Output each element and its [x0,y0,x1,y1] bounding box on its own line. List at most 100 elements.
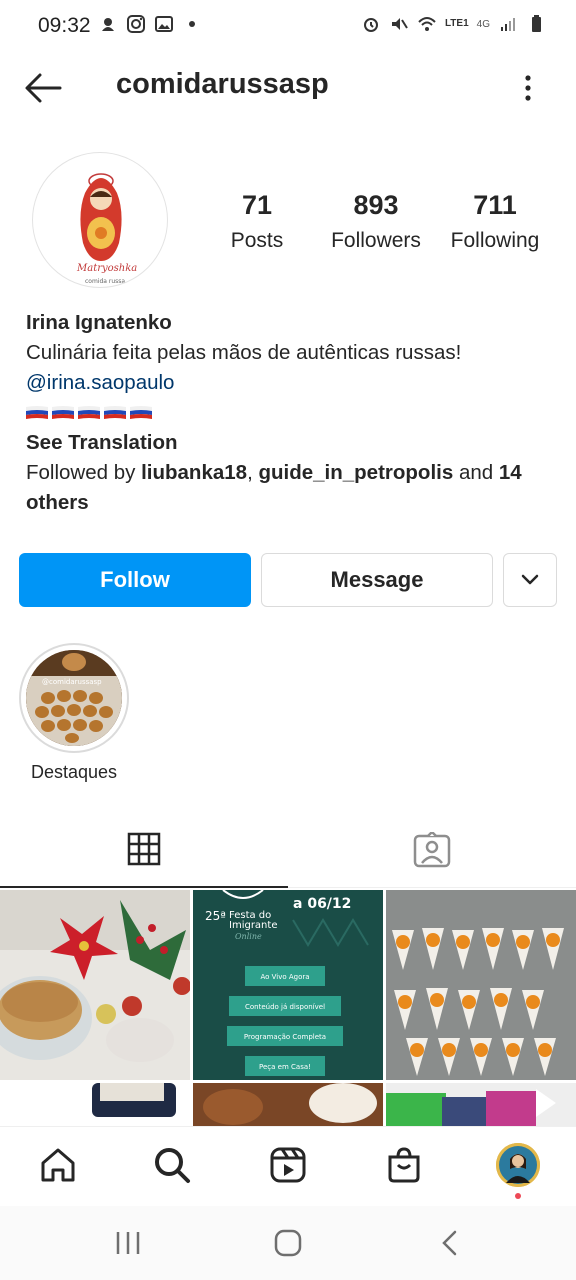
profile-tabs [0,812,576,888]
tab-posts-grid[interactable] [0,812,288,888]
festa-line2: Imigrante [229,920,277,931]
bio-flags [26,398,556,428]
top-bar: comidarussasp [0,54,576,120]
message-button[interactable]: Message [261,553,493,607]
followed-by-text[interactable]: Followed by liubanka18, guide_in_petropo… [26,458,556,518]
festa-number: 25ª [205,909,226,923]
followers-label: Followers [331,229,421,252]
festa-button-4: Peça em Casa! [259,1063,311,1071]
instagram-icon [127,15,145,33]
battery-icon [532,15,541,32]
profile-avatar[interactable]: Matryoshka comida russa [32,152,168,288]
nav-shop[interactable] [382,1143,426,1187]
chevron-left-icon [442,1230,457,1256]
posts-count: 71 [241,190,273,220]
post-thumbnail[interactable]: a 06/12 25ª Festa do Imigrante Online Ao… [193,890,383,1080]
story-highlight[interactable]: @comidarussasp [19,643,129,753]
back-system-button[interactable] [430,1226,470,1260]
see-translation-link[interactable]: See Translation [26,428,556,458]
followed-user-1: liubanka18 [141,461,248,484]
arrow-left-icon [25,73,62,103]
highlight-label: Destaques [30,762,118,782]
status-bar: 09:32 LTE1 4G [0,0,576,54]
following-label: Following [450,229,540,252]
dot-icon [189,21,195,27]
post-image-cake-slices [386,890,576,1080]
posts-label: Posts [230,229,284,252]
festa-button-3: Programação Completa [244,1033,326,1041]
mute-icon [391,18,408,30]
festa-button-2: Conteúdo já disponível [245,1003,325,1011]
home-system-button[interactable] [268,1226,308,1260]
post-image-partial [386,1083,576,1126]
gallery-icon [155,16,173,32]
signal-icon [501,18,515,31]
back-button[interactable] [22,68,66,108]
wifi-icon [418,17,436,31]
bio-mention-link[interactable]: @irina.saopaulo [26,368,556,398]
profile-name: Irina Ignatenko [26,311,172,334]
profile-avatar-icon [496,1143,540,1187]
nav-profile[interactable] [496,1143,540,1187]
stat-followers[interactable]: 893 Followers [322,190,430,253]
post-thumbnail[interactable] [0,1083,190,1126]
tagged-person-icon [413,832,451,868]
nav-home[interactable] [36,1143,80,1187]
stat-following[interactable]: 711 Following [444,190,546,253]
profile-bio: Irina Ignatenko Culinária feita pelas mã… [26,308,556,518]
followed-user-2: guide_in_petropolis [258,461,454,484]
followed-and: and [453,461,499,484]
matryoshka-logo-icon: Matryoshka comida russa [76,173,137,285]
reels-icon [270,1147,306,1183]
notification-icon [102,18,114,31]
alarm-icon [363,18,378,32]
system-navigation [0,1206,576,1280]
post-image-partial [92,1083,176,1117]
notification-dot [515,1193,521,1199]
festa-date: a 06/12 [293,896,351,912]
highlight-cover-image: @comidarussasp [26,650,122,746]
recent-apps-button[interactable] [108,1226,148,1260]
highlight-cover: @comidarussasp [26,650,122,746]
followers-count: 893 [353,190,399,220]
stat-posts[interactable]: 71 Posts [214,190,300,253]
russia-flag-icon [78,406,100,419]
post-thumbnail[interactable] [386,890,576,1080]
post-image-christmas-cake [0,890,190,1080]
shop-bag-icon [388,1147,420,1183]
grid-icon [127,832,161,866]
bio-description: Culinária feita pelas mãos de autênticas… [26,341,462,364]
russia-flag-icon [130,406,152,419]
logo-brand-text: Matryoshka [76,263,137,274]
profile-username: comidarussasp [116,68,329,100]
posts-grid: a 06/12 25ª Festa do Imigrante Online Ao… [0,890,576,1126]
post-thumbnail[interactable] [0,890,190,1080]
festa-line3: Online [235,932,262,941]
post-image-partial [193,1083,383,1126]
followed-prefix: Followed by [26,461,142,484]
post-image-festa-imigrante: a 06/12 25ª Festa do Imigrante Online Ao… [193,890,383,1080]
logo-subtitle-text: comida russa [85,278,125,285]
follow-button[interactable]: Follow [19,553,251,607]
followed-separator: , [247,461,259,484]
highlight-overlay-text: @comidarussasp [42,678,102,686]
russia-flag-icon [104,406,126,419]
russia-flag-icon [26,406,48,419]
post-thumbnail[interactable] [193,1083,383,1126]
home-circle-icon [274,1229,302,1257]
tab-tagged[interactable] [288,812,576,888]
more-vertical-icon [525,75,531,101]
bottom-nav [0,1126,576,1206]
search-icon [155,1148,190,1183]
home-icon [41,1148,75,1182]
nav-reels[interactable] [266,1143,310,1187]
options-button[interactable] [516,70,540,106]
russia-flag-icon [52,406,74,419]
suggested-accounts-button[interactable] [503,553,557,607]
status-time: 09:32 [38,14,91,37]
network-label: 4G [476,18,490,30]
nav-search[interactable] [150,1143,194,1187]
post-thumbnail[interactable] [386,1083,576,1126]
recent-apps-icon [116,1232,140,1254]
chevron-down-icon [521,574,539,585]
